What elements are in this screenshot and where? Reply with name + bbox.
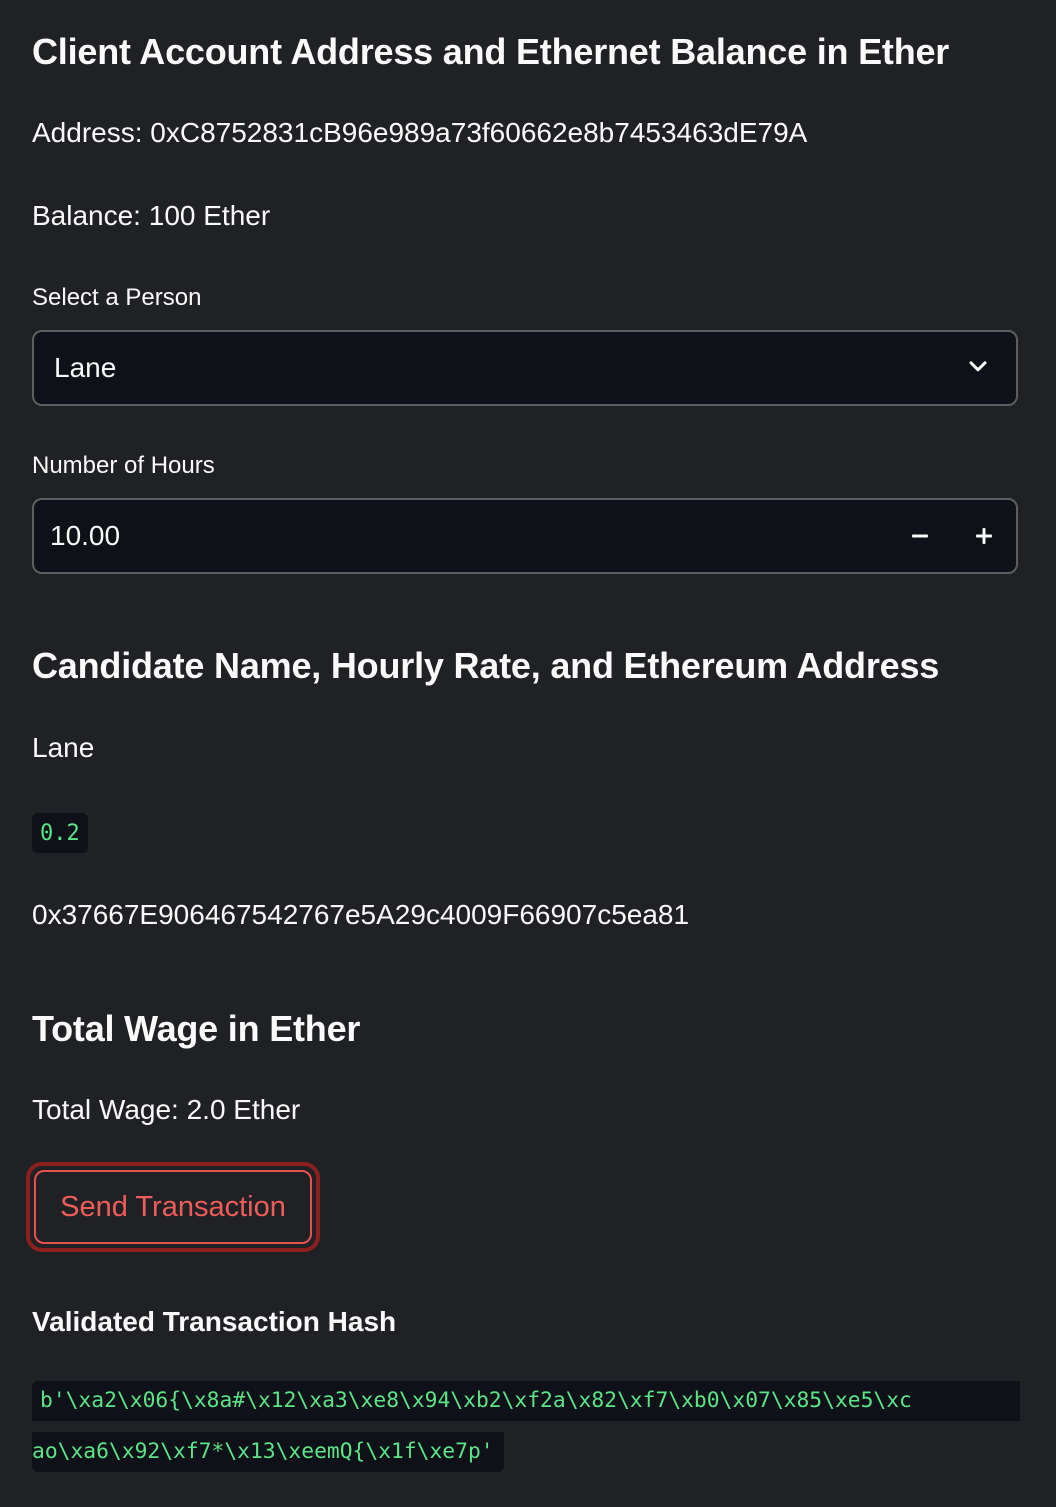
hours-input-value: 10.00 [50, 520, 121, 551]
app-page: Client Account Address and Ethernet Bala… [0, 0, 1056, 1507]
hourly-rate-code: 0.2 [32, 813, 88, 853]
candidate-eth-address-text: 0x37667E906467542767e5A29c4009F66907c5ea… [32, 899, 690, 930]
select-person-label: Select a Person [32, 284, 202, 311]
transaction-hash-title: Validated Transaction Hash [32, 1306, 397, 1337]
hours-number-input[interactable]: 10.00 [32, 498, 1018, 574]
client-address-text: Address: 0xC8752831cB96e989a73f60662e8b7… [32, 117, 808, 148]
transaction-hash-code: b'\xa2\x06{\x8a#\x12\xa3\xe8\x94\xb2\xf2… [32, 1381, 1020, 1476]
wage-section-title: Total Wage in Ether [32, 1008, 361, 1049]
person-select[interactable]: Lane [32, 330, 1018, 406]
transaction-hash-line-2: ao\xa6\x92\xf7*\x13\xeemQ{\x1f\xe7p' [32, 1432, 504, 1472]
client-balance-text: Balance: 100 Ether [32, 200, 271, 231]
transaction-hash-line-1: b'\xa2\x06{\x8a#\x12\xa3\xe8\x94\xb2\xf2… [32, 1381, 1020, 1421]
total-wage-text: Total Wage: 2.0 Ether [32, 1094, 301, 1125]
number-of-hours-label: Number of Hours [32, 452, 215, 479]
decrement-button[interactable] [888, 500, 952, 572]
person-select-value: Lane [54, 352, 117, 383]
send-transaction-button[interactable]: Send Transaction [26, 1162, 320, 1252]
send-transaction-label: Send Transaction [34, 1170, 312, 1244]
minus-icon [912, 534, 928, 538]
candidate-section-title: Candidate Name, Hourly Rate, and Ethereu… [32, 645, 940, 686]
candidate-name-text: Lane [32, 732, 95, 763]
plus-icon [976, 528, 992, 544]
chevron-down-icon [969, 361, 987, 372]
client-section-title: Client Account Address and Ethernet Bala… [32, 31, 950, 72]
increment-button[interactable] [952, 500, 1016, 572]
